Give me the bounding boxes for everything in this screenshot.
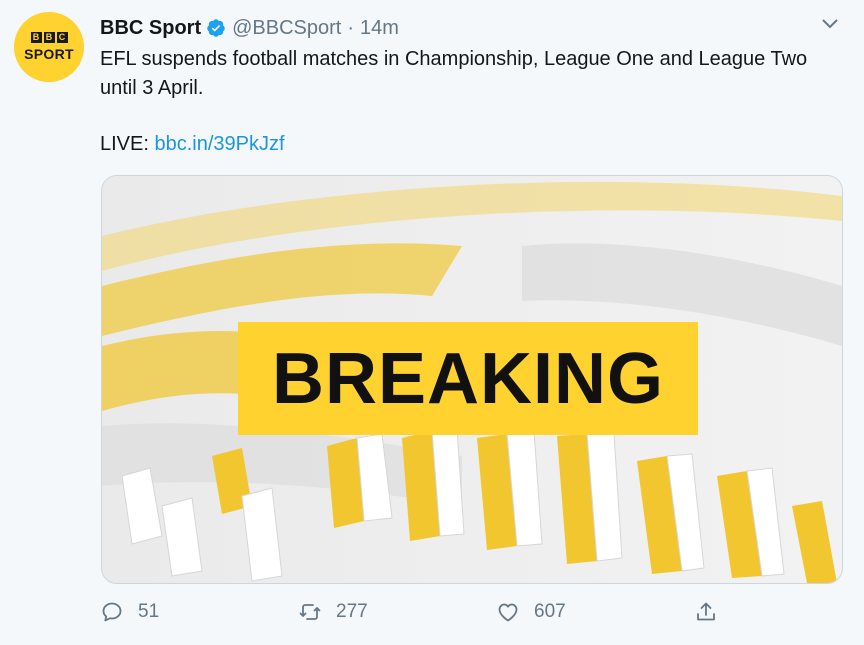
logo-letter-b2: B (43, 32, 55, 43)
account-name[interactable]: BBC Sport (100, 17, 201, 40)
retweet-icon (299, 604, 321, 620)
chevron-down-icon[interactable] (818, 14, 842, 34)
verified-badge-icon (207, 19, 225, 37)
like-icon (498, 603, 518, 622)
avatar[interactable]: B B C SPORT (14, 12, 84, 82)
retweet-count: 277 (336, 601, 368, 622)
tweet-timestamp[interactable]: 14m (360, 17, 399, 40)
like-button[interactable]: 607 (496, 596, 566, 628)
tweet-body: EFL suspends football matches in Champio… (100, 48, 808, 99)
account-handle[interactable]: @BBCSport (232, 17, 341, 40)
reply-icon (102, 602, 122, 622)
tweet-header: BBC Sport @BBCSport · 14m (100, 14, 399, 42)
retweet-button[interactable]: 277 (298, 596, 368, 628)
share-button[interactable] (694, 596, 732, 628)
reply-button[interactable]: 51 (100, 596, 159, 628)
media-image[interactable]: BREAKING (101, 175, 843, 584)
live-prefix: LIVE: (100, 133, 155, 155)
breaking-banner: BREAKING (238, 322, 698, 435)
like-count: 607 (534, 601, 566, 622)
logo-letter-b1: B (30, 32, 42, 43)
live-link[interactable]: bbc.in/39PkJzf (154, 133, 284, 155)
action-bar: 51 277 607 (100, 596, 740, 628)
reply-count: 51 (138, 601, 160, 622)
logo-word: SPORT (24, 46, 74, 62)
tweet: B B C SPORT BBC Sport @BBCSport · 14m EF… (0, 0, 864, 645)
logo-letter-c: C (56, 32, 68, 43)
share-icon (697, 602, 715, 621)
live-line: LIVE: bbc.in/39PkJzf (100, 130, 285, 159)
tweet-text: EFL suspends football matches in Champio… (100, 45, 830, 103)
bbc-sport-logo: B B C (30, 32, 68, 43)
separator-dot: · (347, 16, 355, 39)
